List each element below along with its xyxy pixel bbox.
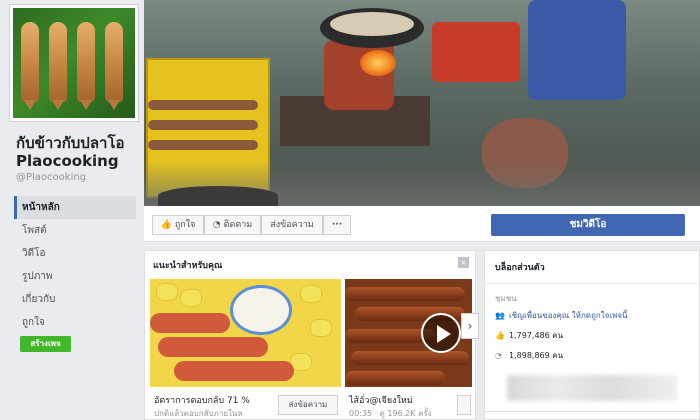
- card-divider: [485, 411, 700, 420]
- sidebar-item-home[interactable]: หน้าหลัก: [14, 196, 136, 219]
- fish-shape: [49, 22, 67, 110]
- like-label: ถูกใจ: [174, 220, 196, 230]
- fish-shape: [21, 22, 39, 110]
- sausage-shape: [150, 313, 230, 333]
- profile-picture-image: [13, 8, 135, 118]
- invite-friends-row[interactable]: 👥 เชิญเพื่อนของคุณ ให้กดถูกใจเพจนี้: [495, 309, 627, 323]
- thumbs-up-icon: 👍: [160, 220, 172, 230]
- follows-count-row: ◔ 1,898,869 คน: [495, 349, 563, 363]
- profile-picture[interactable]: [9, 4, 139, 122]
- sausage-shape: [345, 287, 465, 301]
- video-thumbnail[interactable]: [150, 279, 341, 387]
- page-handle[interactable]: @Plaocooking: [16, 172, 86, 183]
- suggested-title: แนะนำสำหรับคุณ: [153, 261, 223, 271]
- sausage-shape: [345, 371, 445, 385]
- thumbs-up-icon: 👍: [495, 331, 505, 340]
- create-page-button[interactable]: สร้างเพจ: [20, 336, 71, 352]
- chevron-right-icon[interactable]: ›: [461, 313, 479, 339]
- sausage-shape: [174, 361, 294, 381]
- sidebar-item-videos[interactable]: วิดีโอ: [14, 242, 136, 265]
- lime-shape: [180, 289, 202, 307]
- video-meta: 00:35 · ดู 196.2K ครั้ง: [349, 409, 432, 418]
- sidebar-item-posts[interactable]: โพสต์: [14, 219, 136, 242]
- community-section-label: ชุมชน: [495, 294, 517, 303]
- play-icon[interactable]: [421, 313, 461, 353]
- lime-shape: [156, 283, 178, 301]
- video-action-button[interactable]: [457, 395, 471, 415]
- sausage-shape: [351, 351, 469, 365]
- sidebar-item-likes[interactable]: ถูกใจ: [14, 311, 136, 334]
- dip-cup: [230, 285, 292, 335]
- cover-fire: [360, 50, 396, 76]
- page-title[interactable]: กับข้าวกับปลาโอ Plaocooking: [16, 134, 144, 170]
- sidebar-nav: หน้าหลัก โพสต์ วิดีโอ รูปภาพ เกี่ยวกับ ถ…: [14, 196, 136, 334]
- invite-friends-link[interactable]: เชิญเพื่อนของคุณ ให้กดถูกใจเพจนี้: [509, 311, 627, 320]
- lime-shape: [310, 319, 332, 337]
- rss-icon: ◔: [212, 220, 221, 230]
- follow-label: ติดตาม: [223, 220, 253, 230]
- cover-red-stove: [432, 22, 520, 82]
- sidebar-item-photos[interactable]: รูปภาพ: [14, 265, 136, 288]
- cover-bowl: [158, 186, 278, 206]
- side-card: บล็อกส่วนตัว ชุมชน 👥 เชิญเพื่อนของคุณ ให้…: [484, 250, 700, 420]
- more-button[interactable]: ···: [323, 215, 351, 235]
- message-button[interactable]: ส่งข้อความ: [261, 215, 323, 235]
- like-button[interactable]: 👍 ถูกใจ: [152, 215, 204, 235]
- video-title: ไส้อั่ว@เจียงใหม่: [349, 396, 413, 406]
- rss-icon: ◔: [495, 351, 502, 360]
- video-caption: ไส้อั่ว@เจียงใหม่ 00:35 · ดู 196.2K ครั้…: [345, 387, 472, 419]
- likes-count-row: 👍 1,797,486 คน: [495, 329, 563, 343]
- watch-video-button[interactable]: ชมวิดีโอ: [491, 214, 685, 236]
- left-column: กับข้าวกับปลาโอ Plaocooking @Plaocooking…: [0, 0, 144, 420]
- close-icon[interactable]: ×: [458, 257, 469, 268]
- lime-shape: [300, 285, 322, 303]
- cover-firewood: [148, 100, 258, 110]
- sausage-shape: [158, 337, 268, 357]
- fish-shape: [105, 22, 123, 110]
- cover-barrel: [528, 0, 626, 100]
- side-title: บล็อกส่วนตัว: [495, 263, 545, 273]
- send-message-button[interactable]: ส่งข้อความ: [278, 395, 338, 415]
- divider: [485, 283, 700, 284]
- video-caption: อัตราการตอบกลับ 71 % ปกติแล้วตอบกลับภายใ…: [150, 387, 341, 419]
- video-title: อัตราการตอบกลับ 71 %: [154, 396, 250, 406]
- video-subtitle: ปกติแล้วตอบกลับภายในห: [154, 409, 243, 418]
- suggested-card: แนะนำสำหรับคุณ × อัตราการตอบกลับ 71 % ปก…: [144, 250, 479, 420]
- cover-photo[interactable]: [144, 0, 700, 206]
- likes-count: 1,797,486 คน: [509, 331, 564, 340]
- cover-firewood: [148, 120, 258, 130]
- cover-wok-food: [330, 12, 414, 36]
- blurred-content: [507, 375, 677, 401]
- action-bar: 👍 ถูกใจ ◔ ติดตาม ส่งข้อความ ··· ชมวิดีโอ: [144, 206, 700, 242]
- video-thumbnail[interactable]: [345, 279, 472, 387]
- follows-count: 1,898,869 คน: [509, 351, 564, 360]
- follow-button[interactable]: ◔ ติดตาม: [204, 215, 261, 235]
- sidebar-item-about[interactable]: เกี่ยวกับ: [14, 288, 136, 311]
- fish-shape: [77, 22, 95, 110]
- people-icon: 👥: [495, 311, 505, 320]
- cover-firewood: [148, 140, 258, 150]
